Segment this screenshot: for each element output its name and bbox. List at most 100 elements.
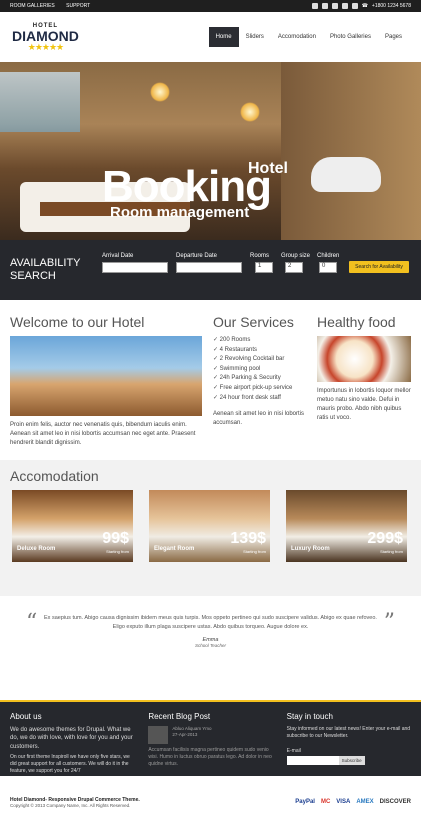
group-select[interactable]: 2: [285, 262, 303, 273]
payment-methods: PayPal MC VISA AMEX DISCOVER: [295, 799, 411, 805]
twitter-icon[interactable]: [321, 3, 328, 9]
food-text: Importunus in lobortis loquor mellor met…: [316, 388, 411, 421]
blog-title: Recent Blog Post: [148, 712, 211, 721]
departure-date-input[interactable]: [176, 262, 242, 273]
testimonial: “ ” Ex saepius tum. Abigo causa dignissi…: [0, 596, 421, 700]
quote-open-icon: “: [26, 610, 38, 635]
copyright: Copyright © 2013 Company Name, Inc. All …: [10, 802, 131, 808]
accomodation-section: Accomodation Deluxe Room 99$ Starting fr…: [0, 460, 421, 596]
services-title: Our Services: [212, 314, 294, 330]
about-title: About us: [10, 712, 42, 721]
room-card[interactable]: Luxury Room 299$ Starting from: [286, 490, 407, 562]
header: HOTEL DIAMOND ★★★★★ Home Sliders Accomod…: [0, 12, 421, 62]
nav-pages[interactable]: Pages: [378, 27, 409, 47]
about-column: About us We do awesome themes for Drupal…: [10, 712, 134, 774]
departure-label: Departure Date: [176, 253, 218, 259]
footer: About us We do awesome themes for Drupal…: [0, 702, 421, 776]
hero-subtitle: Room management: [110, 204, 250, 221]
service-item: 24h Parking & Security: [213, 374, 307, 384]
quote-close-icon: ”: [383, 610, 395, 635]
food-title: Healthy food: [316, 314, 396, 330]
room-name: Elegant Room: [154, 546, 195, 552]
arrival-label: Arrival Date: [102, 253, 134, 259]
stay-text: Stay informed on our latest news! Enter …: [286, 726, 411, 739]
service-item: Free airport pick-up service: [213, 384, 307, 394]
hero-window: [0, 72, 80, 132]
stay-title: Stay in touch: [286, 712, 333, 721]
hero-slider[interactable]: Booking Hotel Room management: [0, 62, 421, 240]
bottom-title: Hotel Diamond- Responsive Drupal Commerc…: [10, 796, 140, 803]
room-card[interactable]: Deluxe Room 99$ Starting from: [12, 490, 133, 562]
search-availability-button[interactable]: Search for Availability: [349, 261, 409, 273]
logo[interactable]: HOTEL DIAMOND ★★★★★: [12, 23, 79, 52]
accomodation-title: Accomodation: [10, 468, 99, 484]
nav-sliders[interactable]: Sliders: [239, 27, 271, 47]
hero-wall: [281, 62, 421, 240]
children-label: Children: [317, 253, 340, 259]
star-rating-icon: ★★★★★: [27, 41, 64, 52]
welcome-text: Proin enim felis, auctor nec venenatis q…: [10, 422, 196, 446]
logo-big: DIAMOND: [12, 27, 79, 44]
room-card[interactable]: Elegant Room 139$ Starting from: [149, 490, 270, 562]
room-name: Luxury Room: [291, 546, 330, 552]
welcome-column: Welcome to our Hotel Proin enim felis, a…: [10, 314, 203, 460]
testimonial-text: Ex saepius tum. Abigo causa dignissim ib…: [44, 615, 377, 631]
email-input[interactable]: [286, 756, 339, 765]
nav-photo-galleries[interactable]: Photo Galleries: [323, 27, 378, 47]
email-label: E-mail: [286, 748, 301, 754]
main-nav: Home Sliders Accomodation Photo Gallerie…: [208, 27, 409, 47]
phone-number: +1800 1234 5678: [371, 3, 411, 9]
services-text: Aenean sit amet leo in nisi lobortis acc…: [212, 411, 305, 427]
support-link[interactable]: SUPPORT: [66, 3, 90, 9]
lamp-light: [240, 102, 260, 122]
about-text: We do awesome themes for Drupal. What we…: [10, 727, 133, 750]
room-from: Starting from: [106, 549, 129, 554]
nav-accomodation[interactable]: Accomodation: [271, 27, 323, 47]
discover-icon: DISCOVER: [379, 799, 411, 805]
blog-text: Accumsan facilisis magna pertineo quidem…: [148, 747, 272, 767]
newsletter-column: Stay in touch Stay informed on our lates…: [286, 712, 411, 766]
service-item: 200 Rooms: [213, 336, 307, 346]
food-image: [316, 336, 411, 382]
blog-thumbnail: [148, 726, 169, 744]
youtube-icon[interactable]: [351, 3, 358, 9]
welcome-title: Welcome to our Hotel: [10, 314, 145, 330]
paypal-icon: PayPal: [295, 799, 315, 805]
room-galleries-link[interactable]: ROOM GALLERIES: [10, 3, 55, 9]
services-column: Our Services 200 Rooms 4 Restaurants 2 R…: [213, 314, 307, 460]
amex-icon: AMEX: [356, 799, 374, 805]
lamp-light: [150, 82, 170, 102]
subscribe-button[interactable]: Subscribe: [338, 756, 365, 765]
service-item: 24 hour front desk staff: [213, 394, 307, 404]
phone-icon: ☎: [361, 3, 368, 9]
facebook-icon[interactable]: [311, 3, 318, 9]
room-name: Deluxe Room: [17, 546, 56, 552]
blog-column: Recent Blog Post Abluo Aliquam Ymo 27-Ap…: [148, 712, 272, 767]
room-from: Starting from: [243, 549, 266, 554]
blog-post[interactable]: Abluo Aliquam Ymo 27-Apr-2013: [148, 726, 272, 744]
children-select[interactable]: 0: [319, 262, 337, 273]
testimonial-role: School Teacher: [194, 642, 227, 648]
group-label: Group size: [281, 253, 311, 259]
intro-section: Welcome to our Hotel Proin enim felis, a…: [0, 300, 421, 460]
top-bar: ROOM GALLERIES SUPPORT ☎ +1800 1234 5678: [0, 0, 421, 12]
linkedin-icon[interactable]: [331, 3, 338, 9]
blog-date: 27-Apr-2013: [172, 732, 198, 738]
hero-hotel: Hotel: [248, 160, 288, 177]
visa-icon: VISA: [336, 799, 351, 805]
hotel-image: [10, 336, 202, 416]
bottom-bar: Hotel Diamond- Responsive Drupal Commerc…: [0, 776, 421, 817]
mastercard-icon: MC: [320, 799, 331, 805]
availability-title: AVAILABILITY SEARCH: [10, 256, 81, 282]
room-price: 139$: [230, 530, 266, 547]
availability-search: AVAILABILITY SEARCH Arrival Date Departu…: [0, 240, 421, 300]
arrival-date-input[interactable]: [102, 262, 168, 273]
service-item: Swimming pool: [213, 365, 307, 375]
food-column: Healthy food Importunus in lobortis loqu…: [316, 314, 411, 460]
google-plus-icon[interactable]: [341, 3, 348, 9]
rooms-label: Rooms: [250, 253, 270, 259]
room-price: 299$: [367, 530, 403, 547]
about-small: On our first theme Inspiroll we have onl…: [10, 754, 130, 775]
nav-home[interactable]: Home: [208, 27, 239, 47]
rooms-select[interactable]: 1: [255, 262, 273, 273]
